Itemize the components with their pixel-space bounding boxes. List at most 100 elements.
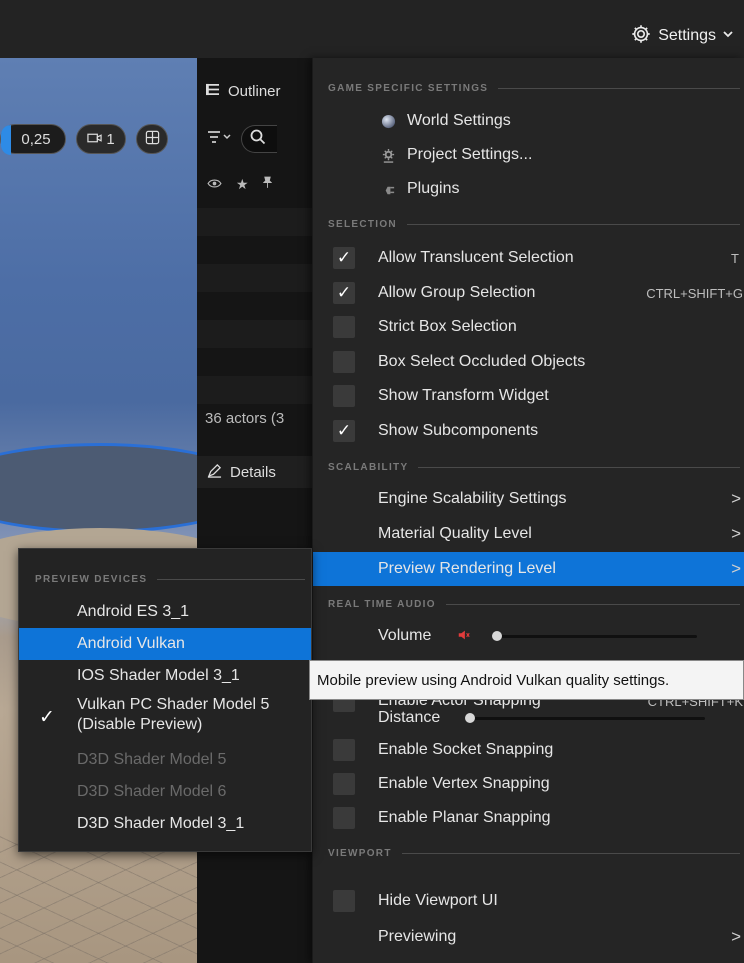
plug-icon (379, 180, 397, 198)
section-header-game-specific: GAME SPECIFIC SETTINGS (328, 78, 740, 98)
preview-device-android-vulkan[interactable]: Android Vulkan (19, 628, 311, 660)
distance-slider[interactable] (465, 717, 705, 720)
outliner-title: Outliner (228, 82, 281, 100)
menu-item-label: D3D Shader Model 6 (77, 783, 227, 800)
menu-item-hide-viewport-ui[interactable]: Hide Viewport UI (313, 884, 744, 918)
chevron-right-icon: > (731, 559, 741, 578)
menu-item-engine-scalability[interactable]: Engine Scalability Settings > (313, 482, 744, 516)
distance-label: Distance (378, 709, 441, 726)
world-sphere-icon (379, 112, 397, 130)
viewport-toolbar: 0,25 1 (0, 124, 168, 155)
details-tab[interactable]: Details (197, 456, 312, 488)
viewport-layout-button[interactable] (136, 124, 168, 154)
main-toolbar: Settings (0, 0, 744, 58)
filter-icon[interactable] (207, 130, 233, 149)
outliner-row[interactable] (197, 208, 312, 236)
preview-device-ios-sm31[interactable]: IOS Shader Model 3_1 (19, 660, 311, 692)
section-title: PREVIEW DEVICES (35, 573, 148, 585)
preview-device-vulkan-pc-sm5[interactable]: ✓ Vulkan PC Shader Model 5 (Disable Prev… (19, 692, 311, 740)
checkbox-unchecked[interactable] (333, 351, 355, 373)
details-label: Details (230, 463, 276, 481)
menu-item-show-transform-widget[interactable]: Show Transform Widget (313, 379, 744, 413)
volume-slider-knob[interactable] (492, 631, 503, 641)
checkmark-icon: ✓ (39, 707, 55, 728)
camera-speed-button[interactable]: 1 (76, 124, 126, 154)
tooltip: Mobile preview using Android Vulkan qual… (309, 660, 744, 700)
outliner-tab[interactable]: Outliner (197, 76, 312, 106)
outliner-row[interactable] (197, 264, 312, 292)
checkbox-unchecked[interactable] (333, 890, 355, 912)
menu-item-preview-rendering-level[interactable]: Preview Rendering Level > (313, 552, 744, 586)
settings-dropdown-menu: GAME SPECIFIC SETTINGS World Settings Pr… (312, 58, 744, 963)
menu-item-world-settings[interactable]: World Settings (313, 104, 744, 138)
divider (157, 578, 305, 580)
grid-snap-value[interactable]: 0,25 (0, 124, 66, 155)
gear-icon (630, 23, 652, 50)
menu-item-label: World Settings (407, 112, 511, 129)
outliner-search-input[interactable] (241, 125, 277, 153)
settings-button[interactable]: Settings (630, 22, 734, 50)
section-title: GAME SPECIFIC SETTINGS (328, 82, 489, 94)
checkbox-unchecked[interactable] (333, 385, 355, 407)
checkbox-unchecked[interactable] (333, 773, 355, 795)
volume-label: Volume (378, 627, 432, 644)
distance-slider-knob[interactable] (464, 713, 475, 723)
menu-item-plugins[interactable]: Plugins (313, 172, 744, 206)
divider (418, 466, 740, 468)
menu-item-label: Android ES 3_1 (77, 603, 190, 620)
snap-value-text: 0,25 (21, 130, 51, 148)
viewport-layout-icon (145, 130, 160, 149)
volume-slider[interactable] (493, 635, 697, 638)
pin-icon[interactable] (262, 176, 272, 192)
checkbox-checked[interactable]: ✓ (333, 282, 355, 304)
checkbox-unchecked[interactable] (333, 739, 355, 761)
menu-item-label: Allow Translucent Selection (378, 249, 574, 266)
checkbox-unchecked[interactable] (333, 316, 355, 338)
menu-item-label: Strict Box Selection (378, 318, 517, 335)
menu-item-project-settings[interactable]: Project Settings... (313, 138, 744, 172)
actor-count: 36 actors (3 (205, 410, 285, 427)
speaker-mute-icon (457, 628, 471, 647)
checkbox-checked[interactable]: ✓ (333, 247, 355, 269)
menu-item-allow-group-selection[interactable]: ✓ Allow Group Selection CTRL+SHIFT+G (313, 276, 744, 310)
menu-item-label-line2: (Disable Preview) (77, 716, 203, 733)
menu-item-label: Engine Scalability Settings (378, 490, 567, 507)
checkbox-checked[interactable]: ✓ (333, 420, 355, 442)
visibility-eye-icon[interactable] (207, 176, 222, 192)
section-header-preview-devices: PREVIEW DEVICES (35, 569, 305, 589)
menu-item-enable-planar-snapping[interactable]: Enable Planar Snapping (313, 801, 744, 835)
menu-item-previewing[interactable]: Previewing > (313, 920, 744, 954)
menu-item-box-select-occluded[interactable]: Box Select Occluded Objects (313, 345, 744, 379)
menu-item-volume: Volume (313, 619, 744, 653)
menu-item-label: D3D Shader Model 5 (77, 751, 227, 768)
menu-item-label: Enable Socket Snapping (378, 741, 554, 758)
menu-item-strict-box-selection[interactable]: Strict Box Selection (313, 310, 744, 344)
star-icon[interactable]: ★ (236, 176, 249, 193)
menu-item-label: Allow Group Selection (378, 284, 536, 301)
section-title: VIEWPORT (328, 847, 392, 859)
menu-item-snap-distance: Distance (313, 703, 744, 733)
preview-device-android-es31[interactable]: Android ES 3_1 (19, 596, 311, 628)
menu-item-label: Android Vulkan (77, 635, 185, 652)
chevron-right-icon: > (731, 927, 741, 946)
divider (406, 223, 740, 225)
floor-shape (0, 443, 197, 533)
outliner-row[interactable] (197, 376, 312, 404)
settings-label: Settings (658, 27, 716, 44)
preview-device-d3d-sm5: D3D Shader Model 5 (19, 744, 311, 776)
menu-item-show-subcomponents[interactable]: ✓ Show Subcomponents (313, 414, 744, 448)
menu-item-label: D3D Shader Model 3_1 (77, 815, 245, 832)
menu-item-label: Show Subcomponents (378, 422, 539, 439)
chevron-right-icon: > (731, 524, 741, 543)
checkbox-unchecked[interactable] (333, 807, 355, 829)
section-header-scalability: SCALABILITY (328, 457, 740, 477)
menu-item-material-quality[interactable]: Material Quality Level > (313, 517, 744, 551)
outliner-row[interactable] (197, 320, 312, 348)
section-header-viewport: VIEWPORT (328, 843, 740, 863)
menu-item-allow-translucent-selection[interactable]: ✓ Allow Translucent Selection T (313, 241, 744, 275)
menu-item-enable-vertex-snapping[interactable]: Enable Vertex Snapping (313, 767, 744, 801)
menu-item-enable-socket-snapping[interactable]: Enable Socket Snapping (313, 733, 744, 767)
section-header-real-time-audio: REAL TIME AUDIO (328, 594, 740, 614)
section-title: SCALABILITY (328, 461, 409, 473)
preview-device-d3d-sm31[interactable]: D3D Shader Model 3_1 (19, 808, 311, 840)
